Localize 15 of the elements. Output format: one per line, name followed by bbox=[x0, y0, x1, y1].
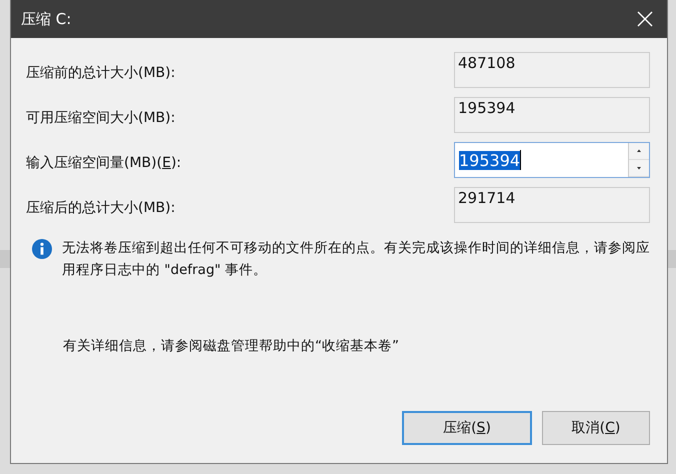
info-icon bbox=[32, 239, 52, 259]
readonly-field: 487108 bbox=[454, 52, 650, 88]
spin-field[interactable]: 195394 bbox=[454, 142, 650, 178]
window-title: 压缩 C: bbox=[21, 10, 72, 28]
field-label: 压缩后的总计大小(MB): bbox=[26, 199, 176, 217]
field-label: 可用压缩空间大小(MB): bbox=[26, 109, 176, 127]
info-message: 无法将卷压缩到超出任何不可移动的文件所在的点。有关完成该操作时间的详细信息，请参阅应用程序日志中的 "defrag" 事件。 bbox=[62, 239, 650, 280]
dialog-button[interactable]: 压缩(S) bbox=[402, 411, 532, 445]
readonly-field: 195394 bbox=[454, 97, 650, 133]
field-label: 压缩前的总计大小(MB): bbox=[26, 64, 176, 82]
field-label: 输入压缩空间量(MB)(E): bbox=[26, 154, 182, 172]
help-text: 有关详细信息，请参阅磁盘管理帮助中的“收缩基本卷” bbox=[62, 337, 400, 355]
readonly-field: 291714 bbox=[454, 187, 650, 223]
close-icon[interactable] bbox=[637, 11, 653, 27]
dialog-button[interactable]: 取消(C) bbox=[542, 411, 650, 445]
